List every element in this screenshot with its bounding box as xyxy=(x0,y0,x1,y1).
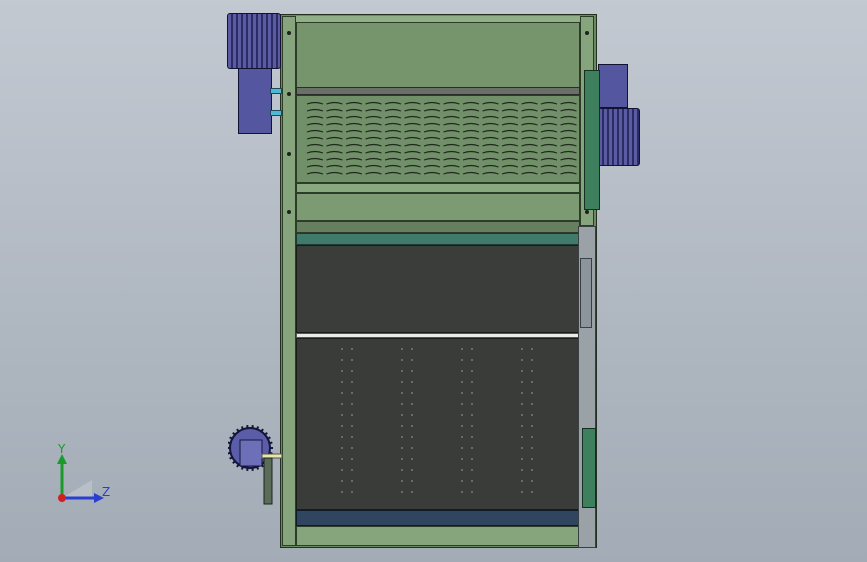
top-right-motor[interactable] xyxy=(598,108,640,166)
feed-belt[interactable] xyxy=(296,510,580,526)
guide-rail xyxy=(296,221,580,233)
bolt xyxy=(287,152,291,156)
coupling-shaft xyxy=(270,110,282,116)
top-left-motor[interactable] xyxy=(227,13,281,69)
vent-panel[interactable] xyxy=(296,95,580,183)
y-axis-label: Y xyxy=(58,442,66,456)
base-strip xyxy=(296,526,580,546)
top-left-gearbox[interactable] xyxy=(238,68,272,134)
roller-housing xyxy=(296,193,580,221)
top-right-gearbox[interactable] xyxy=(598,64,628,108)
vent-louvers xyxy=(306,101,577,175)
bottom-left-gear-motor[interactable] xyxy=(228,422,288,508)
lower-rail xyxy=(296,183,580,193)
bolt xyxy=(585,31,589,35)
bolt xyxy=(287,92,291,96)
guide-rail-teal xyxy=(296,233,580,245)
graphics-viewport[interactable]: Y Z xyxy=(0,0,867,562)
top-edge-strip xyxy=(296,16,580,23)
bolt xyxy=(287,31,291,35)
z-axis-label: Z xyxy=(102,485,111,499)
bolt xyxy=(287,210,291,214)
lower-conveyor-belt[interactable] xyxy=(296,338,580,510)
coupling-shaft xyxy=(270,88,282,94)
divider-bar xyxy=(296,87,580,95)
right-side-door[interactable] xyxy=(580,258,592,328)
top-hood-panel[interactable] xyxy=(296,22,580,88)
perforation-pattern xyxy=(341,348,533,493)
bolt xyxy=(585,210,589,214)
right-drive-gear xyxy=(584,70,600,210)
bottom-right-drive[interactable] xyxy=(582,428,596,508)
upper-conveyor-belt[interactable] xyxy=(296,245,580,333)
coordinate-axes-icon: Y Z xyxy=(52,440,122,510)
